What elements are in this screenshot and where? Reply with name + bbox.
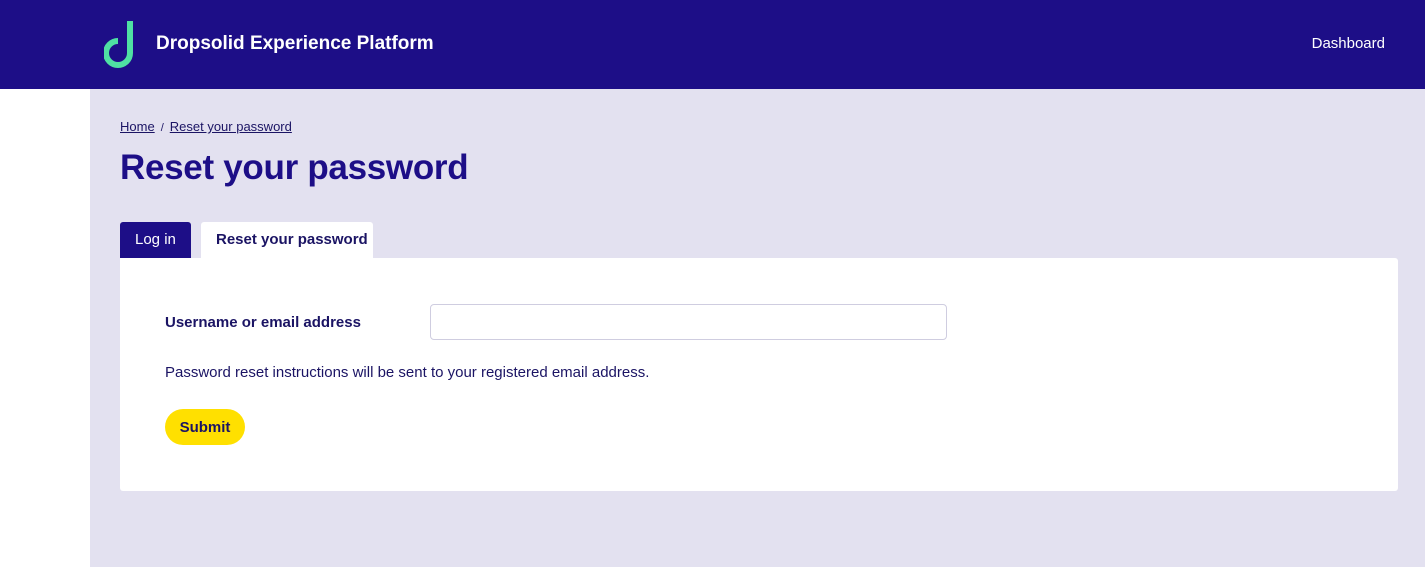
password-reset-help-text: Password reset instructions will be sent…: [165, 364, 650, 381]
username-email-input[interactable]: [430, 304, 947, 340]
site-header: Dropsolid Experience Platform Dashboard: [0, 0, 1425, 89]
page-title: Reset your password: [120, 148, 469, 187]
breadcrumb-current-link[interactable]: Reset your password: [170, 119, 292, 134]
site-brand[interactable]: Dropsolid Experience Platform: [156, 33, 434, 55]
username-label: Username or email address: [165, 314, 361, 331]
breadcrumb: Home / Reset your password: [120, 119, 292, 134]
dropsolid-logo-icon[interactable]: [104, 19, 140, 71]
tab-reset-password[interactable]: Reset your password: [201, 222, 373, 258]
breadcrumb-home-link[interactable]: Home: [120, 119, 155, 134]
submit-button[interactable]: Submit: [165, 409, 245, 445]
nav-dashboard-link[interactable]: Dashboard: [1312, 35, 1385, 52]
breadcrumb-separator: /: [160, 122, 164, 134]
tab-log-in[interactable]: Log in: [120, 222, 191, 258]
